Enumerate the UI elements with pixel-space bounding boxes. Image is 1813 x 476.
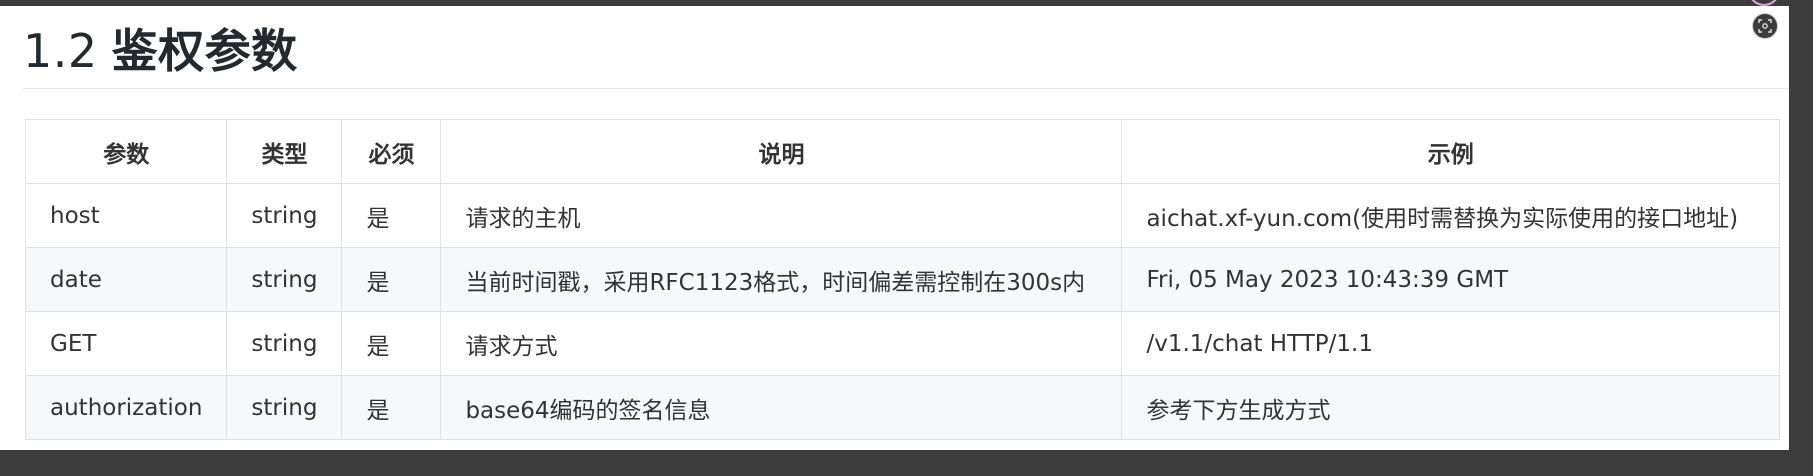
auth-params-table: 参数 类型 必须 说明 示例 host string 是 请求的主机 aicha… [24,119,1780,440]
table-row: GET string 是 请求方式 /v1.1/chat HTTP/1.1 [24,311,1780,376]
cell-description: 请求的主机 [440,183,1123,248]
header-example: 示例 [1121,119,1780,184]
cell-description: 当前时间戳，采用RFC1123格式，时间偏差需控制在300s内 [440,247,1123,312]
section-heading: 1.2 鉴权参数 [23,20,298,82]
table-row: host string 是 请求的主机 aichat.xf-yun.com(使用… [24,183,1780,248]
window-bottom-edge [0,450,1813,476]
cell-type: string [226,247,343,312]
cell-example: /v1.1/chat HTTP/1.1 [1121,311,1780,376]
heading-divider [23,88,1789,89]
document-page: 1.2 鉴权参数 参数 类型 必须 说明 示例 host string 是 请求的… [0,6,1789,450]
table-row: date string 是 当前时间戳，采用RFC1123格式，时间偏差需控制在… [24,247,1780,312]
cell-param: date [24,247,228,312]
table-header-row: 参数 类型 必须 说明 示例 [24,119,1780,184]
cell-required: 是 [341,183,442,248]
cell-example: 参考下方生成方式 [1121,375,1780,440]
header-type: 类型 [226,119,343,184]
section-title: 鉴权参数 [111,24,298,78]
section-number: 1.2 [23,24,98,78]
cell-param: host [24,183,228,248]
cell-example: Fri, 05 May 2023 10:43:39 GMT [1121,247,1780,312]
cell-description: 请求方式 [440,311,1123,376]
cell-type: string [226,311,343,376]
window-edge [1789,0,1813,476]
cell-example: aichat.xf-yun.com(使用时需替换为实际使用的接口地址) [1121,183,1780,248]
header-required: 必须 [341,119,442,184]
table-row: authorization string 是 base64编码的签名信息 参考下… [24,375,1780,440]
header-description: 说明 [440,119,1123,184]
cell-required: 是 [341,375,442,440]
cell-param: authorization [24,375,228,440]
cell-required: 是 [341,247,442,312]
screenshot-capture-icon[interactable] [1752,13,1778,39]
capture-glyph-icon [1758,19,1772,33]
cell-type: string [226,183,343,248]
cell-description: base64编码的签名信息 [440,375,1123,440]
header-param: 参数 [24,119,228,184]
cell-param: GET [24,311,228,376]
cell-required: 是 [341,311,442,376]
cell-type: string [226,375,343,440]
